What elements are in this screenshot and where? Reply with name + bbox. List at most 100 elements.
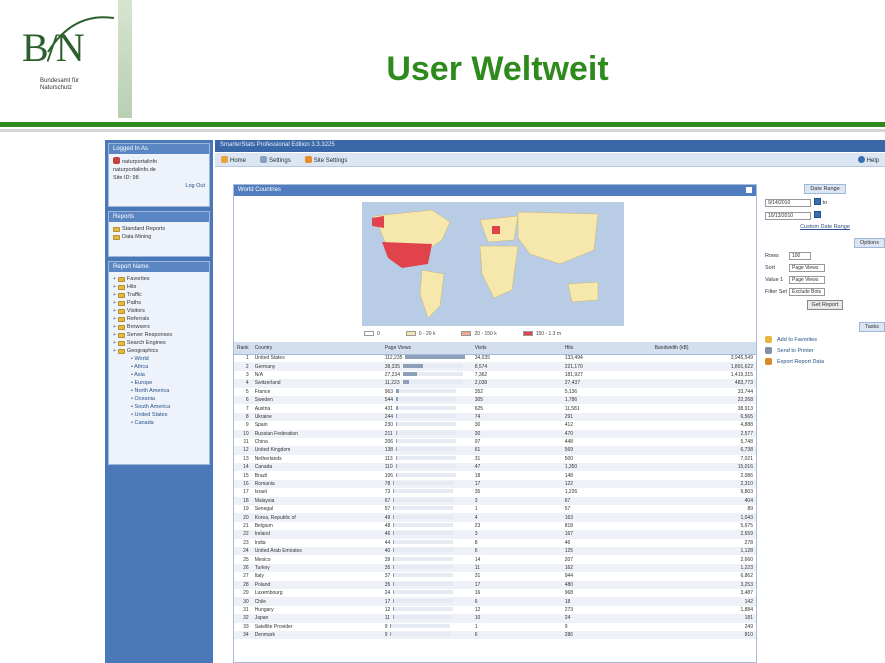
table-row[interactable]: 13 Netherlands 113 31 500 7,021 [234, 455, 756, 463]
logout-link[interactable]: Log Out [113, 182, 205, 190]
send-to-printer-link[interactable]: Send to Printer [765, 347, 885, 354]
header-rule [0, 122, 885, 127]
col-visits[interactable]: Visits [471, 342, 562, 355]
data-mining-link[interactable]: Data Mining [113, 233, 205, 241]
export-report-link[interactable]: Export Report Data [765, 358, 885, 365]
table-row[interactable]: 9 Spain 230 30 412 4,888 [234, 421, 756, 429]
table-row[interactable]: 18 Malaysia 67 3 67 404 [234, 496, 756, 506]
table-row[interactable]: 1 United States 112,235 34,035 133,494 3,945,… [234, 354, 756, 362]
table-row[interactable]: 3 N/A 27,234 7,362 181,927 1,419,315 [234, 371, 756, 379]
tree-geo-item[interactable]: • Europe [113, 379, 205, 387]
col-country[interactable]: Country [251, 342, 382, 355]
table-row[interactable]: 20 Korea, Republic of 49 4 163 1,043 [234, 513, 756, 522]
col-rank[interactable]: Rank [234, 342, 252, 355]
table-row[interactable]: 15 Brazil 106 18 148 2,086 [234, 471, 756, 479]
tree-folder[interactable]: + Favorites [113, 275, 205, 283]
date-from-input[interactable]: 9/14/2010 [765, 199, 811, 207]
login-panel-title: Logged In As [109, 144, 209, 154]
sort-select[interactable]: Page Views [789, 264, 825, 272]
tree-folder[interactable]: + Search Engines [113, 339, 205, 347]
tree-geo-item[interactable]: • South America [113, 403, 205, 411]
calendar-icon[interactable] [814, 211, 821, 218]
col-page-views[interactable]: Page Views [381, 342, 472, 355]
cell-country: United Arab Emirates [251, 546, 382, 556]
tree-folder[interactable]: + Referrals [113, 315, 205, 323]
table-row[interactable]: 16 Romania 78 17 122 2,310 [234, 479, 756, 489]
table-row[interactable]: 7 Austria 431 625 11,581 38,913 [234, 404, 756, 412]
tree-folder[interactable]: + Visitors [113, 307, 205, 315]
col-bandwidth[interactable]: Bandwidth (kB) [651, 342, 756, 355]
table-row[interactable]: 33 Satellite Provider 9 1 9 249 [234, 623, 756, 631]
table-row[interactable]: 24 United Arab Emirates 40 6 125 1,128 [234, 546, 756, 556]
cell-page-views: 78 [381, 479, 472, 489]
site-settings-button[interactable]: Site Settings [304, 155, 347, 164]
add-to-favorites-link[interactable]: Add to Favorites [765, 336, 885, 343]
get-report-button[interactable]: Get Report [806, 300, 844, 310]
cell-page-views: 206 [382, 438, 472, 446]
standard-reports-link[interactable]: Standard Reports [113, 225, 205, 233]
table-row[interactable]: 28 Poland 35 17 480 3,253 [234, 580, 756, 589]
cell-bandwidth: 7,021 [740, 455, 753, 462]
table-row[interactable]: 5 France 963 352 5,136 33,744 [234, 388, 756, 396]
cell-bandwidth: 6,565 [651, 412, 756, 422]
user-icon [113, 157, 120, 164]
tree-geo-item[interactable]: • Asia [113, 371, 205, 379]
tree-geo-item[interactable]: • United States [113, 411, 205, 419]
table-row[interactable]: 34 Denmark 9 6 286 810 [234, 630, 756, 640]
cell-country: Poland [251, 580, 382, 589]
custom-date-range-link[interactable]: Custom Date Range [800, 224, 850, 230]
table-row[interactable]: 19 Senegal 57 1 57 89 [234, 505, 756, 513]
value-select[interactable]: Page Views [789, 276, 825, 284]
cell-hits: 207 [564, 556, 574, 563]
tree-geo-item[interactable]: • World [113, 355, 205, 363]
home-button[interactable]: Home [221, 155, 246, 164]
page-views-bar [396, 422, 457, 427]
table-row[interactable]: 11 China 206 97 448 5,748 [234, 438, 756, 446]
table-row[interactable]: 23 India 44 8 46 278 [234, 539, 756, 547]
tree-folder[interactable]: + Paths [113, 299, 205, 307]
export-icon[interactable] [746, 187, 752, 193]
tree-geo-item[interactable]: • North America [113, 387, 205, 395]
value-label: Value 1 [765, 277, 784, 284]
table-row[interactable]: 8 Ukraine 244 74 291 6,565 [234, 412, 756, 422]
tree-folder[interactable]: + Server Responses [113, 331, 205, 339]
rows-select[interactable]: 100 [789, 252, 811, 260]
help-button[interactable]: Help [857, 155, 879, 164]
tree-folder[interactable]: + Hits [113, 283, 205, 291]
tree-folder[interactable]: + Browsers [113, 323, 205, 331]
filter-label: Filter Set [765, 289, 788, 296]
col-hits[interactable]: Hits [561, 342, 652, 355]
table-row[interactable]: 14 Canada 110 47 1,350 15,016 [234, 463, 756, 472]
table-row[interactable]: 4 Switzerland 11,223 2,038 27,437 483,773 [234, 379, 756, 388]
table-row[interactable]: 2 Germany 38,335 8,574 221,170 1,891,622 [234, 362, 756, 371]
table-row[interactable]: 12 United Kingdom 138 61 569 6,738 [234, 446, 756, 455]
table-row[interactable]: 31 Hungary 12 12 273 1,884 [234, 606, 756, 614]
table-row[interactable]: 32 Japan 11 10 24 181 [234, 614, 756, 623]
cell-country: Brazil [254, 472, 268, 479]
table-row[interactable]: 29 Luxembourg 24 16 968 3,487 [234, 589, 756, 597]
tree-geo-item[interactable]: • Oceania [113, 395, 205, 403]
cell-country: China [254, 439, 268, 446]
table-row[interactable]: 21 Belgium 48 23 818 5,675 [234, 522, 756, 530]
settings-button[interactable]: Settings [260, 155, 291, 164]
table-row[interactable]: 30 Chile 17 6 18 142 [234, 597, 756, 606]
table-row[interactable]: 10 Russian Federation 211 30 470 2,577 [234, 429, 756, 438]
table-row[interactable]: 27 Italy 37 31 944 6,862 [234, 572, 756, 580]
filter-select[interactable]: Exclude Bots [789, 288, 825, 296]
table-row[interactable]: 22 Ireland 46 3 167 2,659 [234, 530, 756, 539]
tree-geo-item[interactable]: • Canada [113, 419, 205, 427]
tree-folder[interactable]: + Traffic [113, 291, 205, 299]
table-row[interactable]: 26 Turkey 35 11 162 1,223 [234, 563, 756, 573]
table-row[interactable]: 25 Mexico 39 14 207 2,660 [234, 555, 756, 563]
cell-bandwidth: 9,803 [740, 489, 753, 496]
table-row[interactable]: 17 Israel 73 35 1,226 9,803 [234, 488, 756, 496]
tree-folder[interactable]: + Geographics [113, 347, 205, 355]
cell-visits: 352 [474, 388, 484, 395]
table-row[interactable]: 6 Sweden 544 305 1,786 22,268 [234, 395, 756, 405]
calendar-icon[interactable] [814, 198, 821, 205]
tree-geo-item[interactable]: • Africa [113, 363, 205, 371]
map-germany [492, 226, 500, 234]
page-views-bar [396, 447, 457, 452]
date-to-input[interactable]: 10/13/2010 [765, 212, 811, 220]
cell-page-views: 35 [381, 580, 472, 589]
